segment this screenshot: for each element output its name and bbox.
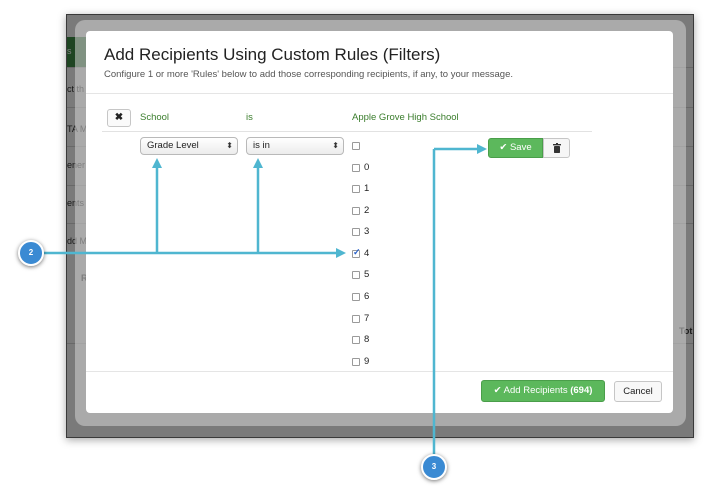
step-3-badge: 3 <box>421 454 447 480</box>
annotation-overlay <box>42 144 487 455</box>
screenshot-stage: s ct th TA M ener ents dd M R Tot Add Re… <box>0 0 717 489</box>
step-2-badge: 2 <box>18 240 44 266</box>
annotation-arrows <box>42 144 487 455</box>
